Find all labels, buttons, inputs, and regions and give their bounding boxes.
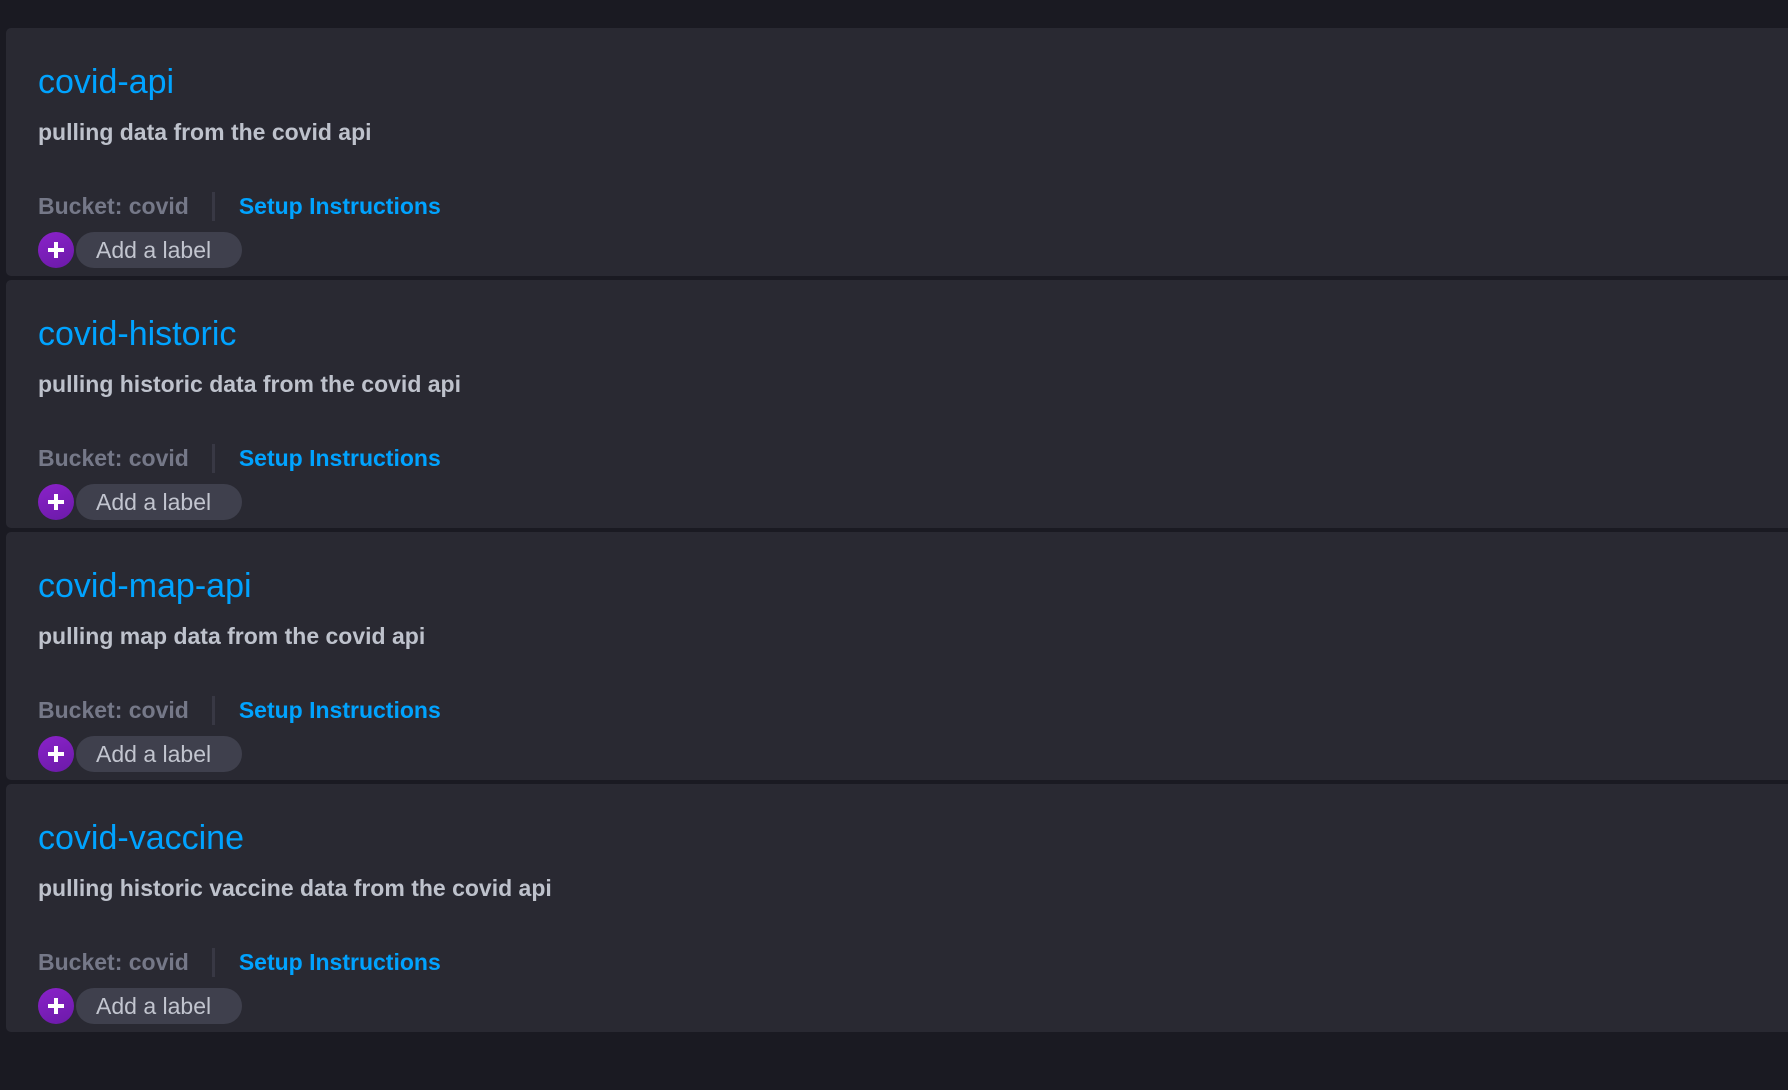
config-description[interactable]: pulling map data from the covid api bbox=[38, 622, 425, 650]
add-label-button[interactable]: Add a label bbox=[76, 232, 242, 268]
add-label-button[interactable]: Add a label bbox=[76, 736, 242, 772]
plus-icon bbox=[47, 745, 65, 763]
config-meta: Bucket: covid Setup Instructions bbox=[38, 947, 441, 977]
add-label-plus-button[interactable] bbox=[38, 232, 74, 268]
bucket-label: Bucket: covid bbox=[38, 697, 189, 723]
meta-divider bbox=[211, 695, 215, 725]
meta-divider bbox=[211, 191, 215, 221]
config-meta: Bucket: covid Setup Instructions bbox=[38, 191, 441, 221]
config-meta: Bucket: covid Setup Instructions bbox=[38, 443, 441, 473]
bucket-label: Bucket: covid bbox=[38, 445, 189, 471]
setup-instructions-link[interactable]: Setup Instructions bbox=[239, 443, 441, 473]
meta-divider bbox=[211, 443, 215, 473]
plus-icon bbox=[47, 493, 65, 511]
setup-instructions-link[interactable]: Setup Instructions bbox=[239, 947, 441, 977]
meta-divider bbox=[211, 947, 215, 977]
config-description[interactable]: pulling data from the covid api bbox=[38, 118, 372, 146]
config-meta: Bucket: covid Setup Instructions bbox=[38, 695, 441, 725]
setup-instructions-link[interactable]: Setup Instructions bbox=[239, 695, 441, 725]
telegraf-config-list: covid-api pulling data from the covid ap… bbox=[6, 28, 1788, 1036]
add-label-button[interactable]: Add a label bbox=[76, 484, 242, 520]
add-label-plus-button[interactable] bbox=[38, 988, 74, 1024]
bucket-label: Bucket: covid bbox=[38, 949, 189, 975]
config-name-link[interactable]: covid-api bbox=[38, 62, 174, 102]
config-card: covid-vaccine pulling historic vaccine d… bbox=[6, 784, 1788, 1032]
config-name-link[interactable]: covid-map-api bbox=[38, 566, 252, 606]
setup-instructions-link[interactable]: Setup Instructions bbox=[239, 191, 441, 221]
config-name-link[interactable]: covid-historic bbox=[38, 314, 236, 354]
config-description[interactable]: pulling historic data from the covid api bbox=[38, 370, 461, 398]
label-row: Add a label bbox=[38, 232, 242, 268]
plus-icon bbox=[47, 997, 65, 1015]
add-label-button[interactable]: Add a label bbox=[76, 988, 242, 1024]
config-card: covid-map-api pulling map data from the … bbox=[6, 532, 1788, 780]
plus-icon bbox=[47, 241, 65, 259]
label-row: Add a label bbox=[38, 988, 242, 1024]
config-name-link[interactable]: covid-vaccine bbox=[38, 818, 244, 858]
config-card: covid-api pulling data from the covid ap… bbox=[6, 28, 1788, 276]
add-label-plus-button[interactable] bbox=[38, 736, 74, 772]
label-row: Add a label bbox=[38, 736, 242, 772]
label-row: Add a label bbox=[38, 484, 242, 520]
config-description[interactable]: pulling historic vaccine data from the c… bbox=[38, 874, 552, 902]
bucket-label: Bucket: covid bbox=[38, 193, 189, 219]
config-card: covid-historic pulling historic data fro… bbox=[6, 280, 1788, 528]
add-label-plus-button[interactable] bbox=[38, 484, 74, 520]
